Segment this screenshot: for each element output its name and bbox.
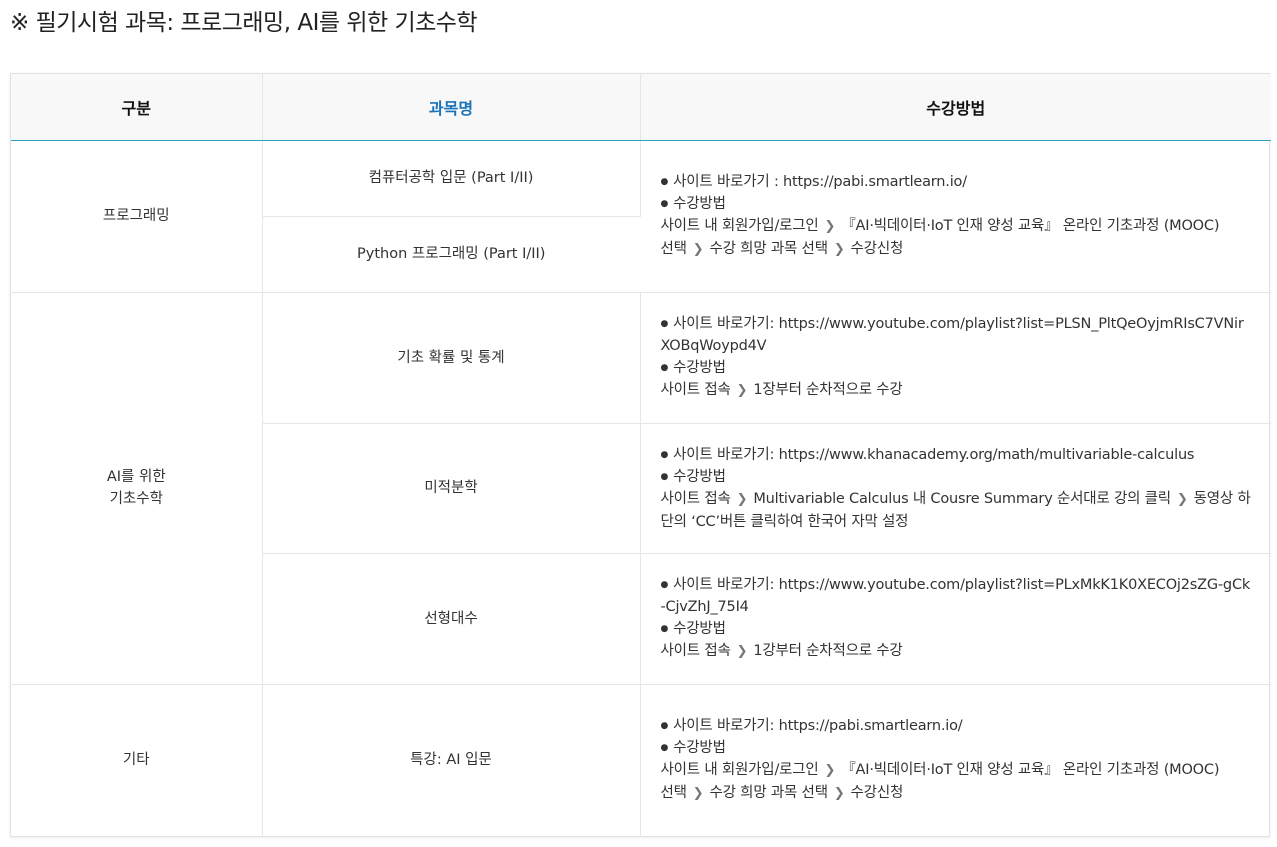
chevron-right-icon: ❯: [824, 219, 836, 234]
header-subject: 과목명: [262, 74, 641, 141]
method-label: 수강방법: [661, 618, 1252, 640]
header-category: 구분: [11, 74, 263, 141]
chevron-right-icon: ❯: [1176, 491, 1188, 507]
chevron-right-icon: ❯: [833, 786, 845, 802]
method-steps-cont: 선택 ❯ 수강 희망 과목 선택 ❯ 수강신청: [660, 241, 904, 257]
method-linear-algebra: 사이트 바로가기: https://www.youtube.com/playli…: [640, 553, 1271, 685]
subject-linear-algebra: 선형대수: [262, 553, 641, 685]
site-link[interactable]: 사이트 바로가기: https://pabi.smartlearn.io/: [661, 715, 1252, 737]
method-steps: 사이트 접속 ❯ 1장부터 순차적으로 수강: [660, 382, 903, 398]
category-etc: 기타: [11, 684, 263, 836]
subject-calculus: 미적분학: [262, 423, 641, 554]
subject-cs-intro: 컴퓨터공학 입문 (Part I/II): [262, 140, 641, 217]
site-link[interactable]: 사이트 바로가기 : https://pabi.smartlearn.io/: [661, 171, 1252, 193]
page-title: ※ 필기시험 과목: 프로그래밍, AI를 위한 기초수학: [10, 10, 478, 36]
method-steps-cont: 선택 ❯ 수강 희망 과목 선택 ❯ 수강신청: [660, 785, 904, 802]
header-method: 수강방법: [640, 74, 1271, 141]
course-table: 구분 과목명 수강방법 프로그래밍 컴퓨터공학 입문 (Part I/II) 사…: [10, 73, 1271, 837]
table-header-row: 구분 과목명 수강방법: [11, 74, 1271, 141]
chevron-right-icon: ❯: [833, 242, 845, 257]
subject-python: Python 프로그래밍 (Part I/II): [262, 216, 640, 293]
chevron-right-icon: ❯: [736, 383, 748, 398]
category-ai-math: AI를 위한 기초수학: [11, 292, 263, 685]
method-label: 수강방법: [661, 357, 1252, 379]
category-programming: 프로그래밍: [11, 140, 263, 293]
method-programming: 사이트 바로가기 : https://pabi.smartlearn.io/ 수…: [640, 140, 1271, 293]
method-label: 수강방법: [661, 737, 1252, 759]
chevron-right-icon: ❯: [692, 242, 704, 257]
method-calculus: 사이트 바로가기: https://www.khanacademy.org/ma…: [640, 423, 1271, 554]
site-link[interactable]: 사이트 바로가기: https://www.khanacademy.org/ma…: [661, 444, 1252, 466]
method-steps: 사이트 내 회원가입/로그인 ❯ 『AI·빅데이터·IoT 인재 양성 교육』 온라…: [660, 218, 1220, 234]
method-label: 수강방법: [661, 193, 1252, 215]
chevron-right-icon: ❯: [824, 763, 836, 779]
chevron-right-icon: ❯: [736, 491, 748, 507]
table-row: 기타 특강: AI 입문 사이트 바로가기: https://pabi.smar…: [11, 684, 1271, 836]
method-steps: 사이트 접속 ❯ 1강부터 순차적으로 수강: [660, 643, 903, 659]
chevron-right-icon: ❯: [692, 786, 704, 802]
chevron-right-icon: ❯: [736, 644, 748, 659]
method-steps: 사이트 내 회원가입/로그인 ❯ 『AI·빅데이터·IoT 인재 양성 교육』 온라…: [660, 762, 1220, 779]
method-steps: 사이트 접속 ❯ Multivariable Calculus 내 Cousre S…: [660, 490, 1251, 530]
table-row: AI를 위한 기초수학 기초 확률 및 통계 사이트 바로가기: https:/…: [11, 292, 1271, 685]
table-row: 프로그래밍 컴퓨터공학 입문 (Part I/II) 사이트 바로가기 : ht…: [11, 140, 1271, 293]
method-etc: 사이트 바로가기: https://pabi.smartlearn.io/ 수강…: [640, 684, 1271, 836]
subject-ai-intro: 특강: AI 입문: [262, 684, 641, 836]
site-link[interactable]: 사이트 바로가기: https://www.youtube.com/playli…: [661, 574, 1252, 618]
method-probability: 사이트 바로가기: https://www.youtube.com/playli…: [640, 292, 1271, 424]
site-link[interactable]: 사이트 바로가기: https://www.youtube.com/playli…: [661, 313, 1252, 357]
method-label: 수강방법: [661, 466, 1252, 488]
subject-probability: 기초 확률 및 통계: [262, 292, 641, 424]
